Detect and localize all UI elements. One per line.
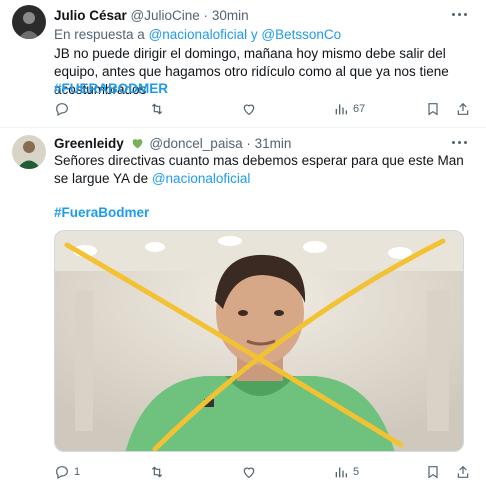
author-name[interactable]: Julio César bbox=[54, 8, 127, 23]
mention-link[interactable]: @nacionaloficial bbox=[149, 27, 248, 42]
views-icon bbox=[335, 467, 347, 478]
tweet-text-main: Señores directivas cuanto mas debemos es… bbox=[54, 153, 464, 186]
share-button[interactable] bbox=[455, 99, 471, 119]
reply-count: 1 bbox=[74, 466, 81, 478]
bookmark-button[interactable] bbox=[425, 99, 441, 119]
share-icon bbox=[457, 102, 469, 115]
separator-dot: · bbox=[246, 136, 251, 151]
action-bar: 67 bbox=[0, 99, 486, 119]
action-bar: 1 5 bbox=[0, 462, 486, 482]
tweet-2[interactable]: Greenleidy @doncel_paisa · 31min Señores… bbox=[0, 128, 486, 486]
tweet-image[interactable] bbox=[54, 230, 464, 452]
reply-button[interactable]: 1 bbox=[54, 462, 80, 482]
retweet-button[interactable] bbox=[149, 462, 169, 482]
author-name[interactable]: Greenleidy bbox=[54, 136, 124, 151]
retweet-button[interactable] bbox=[149, 99, 169, 119]
like-icon bbox=[243, 467, 255, 479]
mention-link[interactable]: @nacionaloficial bbox=[152, 171, 251, 186]
reply-icon bbox=[56, 103, 68, 117]
like-button[interactable] bbox=[241, 99, 261, 119]
green-heart-icon bbox=[131, 137, 144, 153]
share-icon bbox=[457, 465, 469, 478]
bookmark-icon bbox=[428, 103, 438, 116]
reply-prefix: En respuesta a bbox=[54, 27, 145, 42]
views-button[interactable]: 5 bbox=[333, 462, 359, 482]
reply-icon bbox=[56, 466, 68, 480]
separator-dot: · bbox=[203, 8, 209, 23]
hashtag-link[interactable]: #FUERABODMER bbox=[54, 81, 168, 96]
author-handle[interactable]: @doncel_paisa bbox=[149, 136, 242, 151]
hashtag-link[interactable]: #FueraBodmer bbox=[54, 205, 149, 220]
avatar[interactable] bbox=[12, 135, 46, 169]
more-icon[interactable] bbox=[452, 10, 468, 20]
author-handle[interactable]: @JulioCine bbox=[131, 8, 200, 23]
reply-joiner: y bbox=[250, 27, 258, 42]
timestamp[interactable]: 31min bbox=[255, 136, 292, 151]
reply-button[interactable] bbox=[54, 99, 74, 119]
views-icon bbox=[335, 104, 347, 115]
tweet-text: Señores directivas cuanto mas debemos es… bbox=[54, 152, 474, 188]
views-button[interactable]: 67 bbox=[333, 99, 365, 119]
like-button[interactable] bbox=[241, 462, 261, 482]
reply-context: En respuesta a @nacionaloficial y @Betss… bbox=[54, 27, 341, 42]
views-count: 5 bbox=[353, 466, 360, 478]
retweet-icon bbox=[151, 103, 163, 115]
timestamp[interactable]: 30min bbox=[212, 8, 249, 23]
more-icon[interactable] bbox=[452, 138, 468, 148]
bookmark-icon bbox=[428, 466, 438, 479]
tweet-header: Julio César @JulioCine · 30min bbox=[54, 8, 249, 23]
bookmark-button[interactable] bbox=[425, 462, 441, 482]
retweet-icon bbox=[151, 466, 163, 478]
avatar[interactable] bbox=[12, 5, 46, 39]
share-button[interactable] bbox=[455, 462, 471, 482]
views-count: 67 bbox=[353, 103, 366, 115]
mention-link[interactable]: @BetssonCo bbox=[261, 27, 341, 42]
like-icon bbox=[243, 104, 255, 116]
tweet-1[interactable]: Julio César @JulioCine · 30min En respue… bbox=[0, 0, 486, 128]
tweet-header: Greenleidy @doncel_paisa · 31min bbox=[54, 136, 291, 153]
